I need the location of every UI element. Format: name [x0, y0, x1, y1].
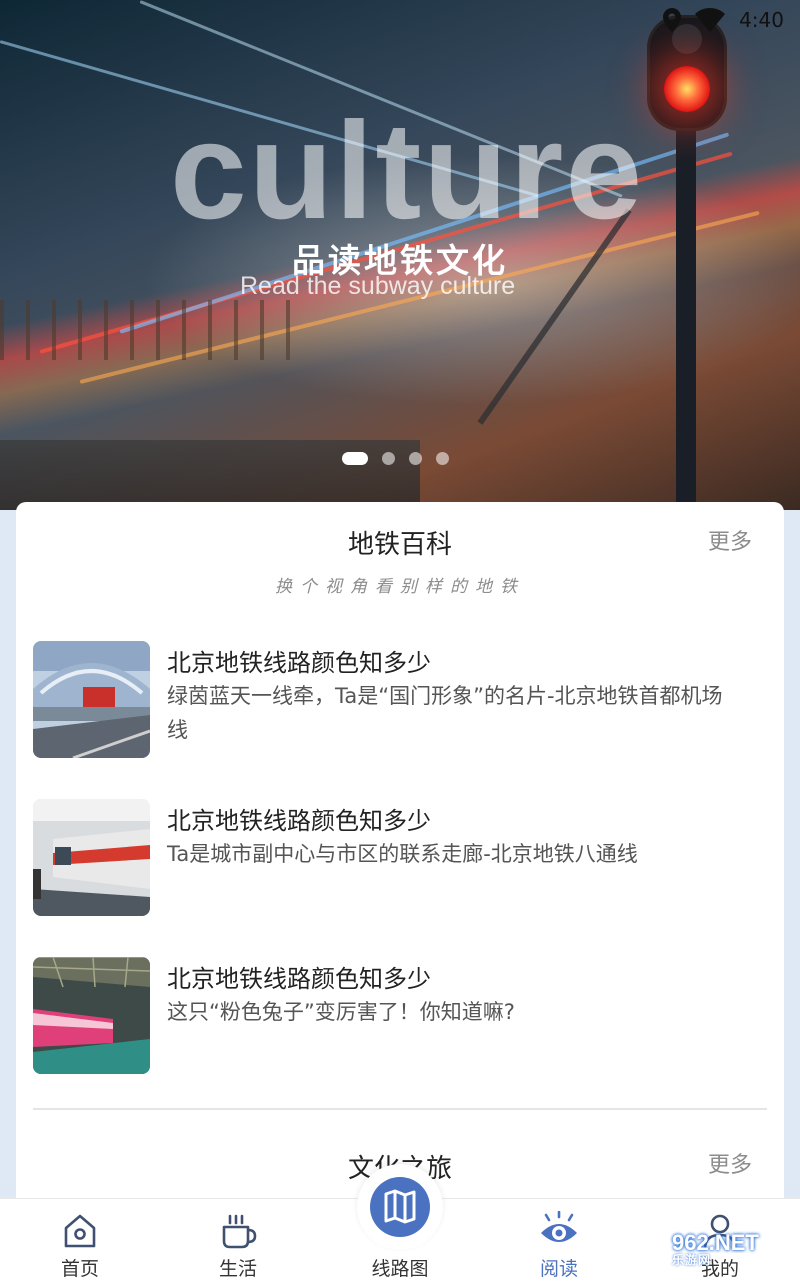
carousel-dot[interactable] [409, 452, 422, 465]
eye-icon [541, 1211, 577, 1242]
route-map-button-circle [370, 1177, 430, 1237]
pink-train-depot-image [33, 957, 150, 1074]
fence [0, 300, 300, 360]
rail-track [0, 440, 420, 510]
watermark-sub: 乐游网 [672, 1253, 712, 1267]
route-map-button[interactable] [357, 1164, 443, 1250]
content-card: 地铁百科 更多 换个视角看别样的地铁 北京地铁线路颜色知多少 绿茵蓝天一线牵，T… [16, 502, 784, 1222]
banner-subtitle: Read the subway culture [240, 272, 516, 300]
article-title: 北京地铁线路颜色知多少 [167, 965, 431, 993]
location-icon [663, 8, 682, 32]
nav-label: 生活 [218, 1258, 257, 1280]
more-link-encyclopedia[interactable]: 更多 [708, 524, 752, 556]
article-description: 绿茵蓝天一线牵，Ta是“国门形象”的名片-北京地铁首都机场线 [167, 684, 723, 742]
article-description: 这只“粉色兔子”变厉害了！你知道嘛? [167, 1000, 515, 1024]
airport-station-image [33, 641, 150, 758]
wifi-icon [695, 8, 726, 32]
nav-label: 阅读 [539, 1258, 578, 1280]
more-link-culture-trip[interactable]: 更多 [708, 1147, 752, 1179]
section-title-encyclopedia: 地铁百科 [347, 530, 452, 560]
nav-label: 首页 [60, 1258, 99, 1280]
article-item[interactable]: 北京地铁线路颜色知多少 绿茵蓝天一线牵，Ta是“国门形象”的名片-北京地铁首都机… [33, 641, 753, 759]
coffee-cup-icon [222, 1214, 257, 1249]
article-item[interactable]: 北京地铁线路颜色知多少 Ta是城市副中心与市区的联系走廊-北京地铁八通线 [33, 799, 753, 917]
nav-item-reading[interactable]: 阅读 [499, 1199, 619, 1281]
red-train-platform-image [33, 799, 150, 916]
nav-label: 线路图 [371, 1258, 429, 1280]
article-item[interactable]: 北京地铁线路颜色知多少 这只“粉色兔子”变厉害了！你知道嘛? [33, 957, 753, 1075]
culture-banner[interactable]: culture 品读地铁文化 Read the subway culture 4… [0, 0, 800, 510]
carousel-dot-active[interactable] [342, 452, 368, 465]
nav-item-life[interactable]: 生活 [178, 1199, 298, 1281]
carousel-dot[interactable] [436, 452, 449, 465]
article-title: 北京地铁线路颜色知多少 [167, 649, 431, 677]
map-icon [384, 1189, 416, 1224]
nav-item-home[interactable]: 首页 [20, 1199, 140, 1281]
status-bar: 4:40 [663, 0, 800, 40]
carousel-indicator[interactable] [342, 452, 449, 465]
home-icon [64, 1214, 96, 1248]
signal-pole [676, 110, 696, 510]
banner-overlay-word: culture [170, 94, 645, 248]
carousel-dot[interactable] [382, 452, 395, 465]
article-description: Ta是城市副中心与市区的联系走廊-北京地铁八通线 [167, 842, 638, 866]
watermark-logo: 962.NET 乐游网 [672, 1230, 759, 1267]
status-time: 4:40 [739, 8, 784, 32]
section-tagline: 换个视角看别样的地铁 [275, 577, 525, 597]
section-divider [33, 1108, 767, 1110]
article-title: 北京地铁线路颜色知多少 [167, 807, 431, 835]
watermark-main: 962.NET [672, 1230, 759, 1255]
